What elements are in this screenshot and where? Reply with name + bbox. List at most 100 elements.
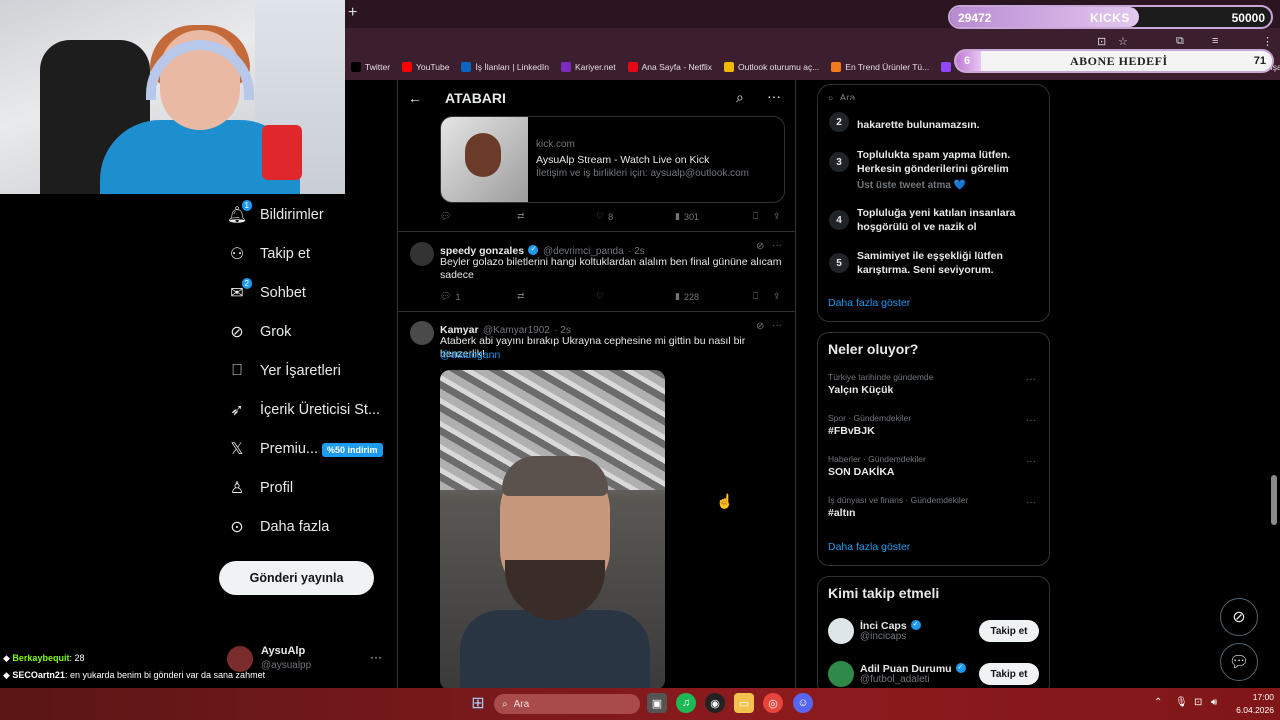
rule-number: 5	[829, 253, 849, 273]
bookmark-item[interactable]: Kariyer.net	[555, 62, 622, 72]
trend-name: #FBvBJK	[828, 425, 875, 437]
discord-icon[interactable]: ☺	[793, 693, 813, 713]
kicks-label: KICKS	[1090, 11, 1130, 25]
nav-item-more-circle[interactable]: ⊙ Daha fazla	[228, 518, 329, 536]
reply-icon[interactable]: 💬︎	[440, 211, 451, 222]
bookmark-item[interactable]: En Trend Ürünler Tü...	[825, 62, 935, 72]
notification-badge: 2	[241, 278, 252, 289]
sub-goal: 71	[1253, 55, 1266, 67]
more-icon[interactable]: ···	[1026, 497, 1036, 508]
webcam-overlay	[0, 0, 345, 194]
nav-item-grok[interactable]: ⊘ Grok	[228, 323, 291, 341]
bookmark-item[interactable]: Ana Sayfa - Netflix	[622, 62, 718, 72]
avatar[interactable]	[828, 618, 854, 644]
spotify-icon[interactable]: ♫	[676, 693, 696, 713]
who-to-follow-title: Kimi takip etmeli	[828, 585, 940, 601]
file-explorer-icon[interactable]: ▭	[734, 693, 754, 713]
link-card[interactable]: kick.com AysuAlp Stream - Watch Live on …	[440, 116, 785, 203]
bookmark-favicon-icon	[724, 62, 735, 72]
tweet-mention[interactable]: @atadogann	[440, 349, 500, 362]
avatar[interactable]	[410, 321, 434, 345]
bookmark-item[interactable]: YouTube	[396, 62, 455, 72]
trend-item[interactable]: İş dünyası ve finans · Gündemdekiler #alt…	[828, 495, 1038, 519]
trend-item[interactable]: Türkiye tarihinde gündemde Yalçın Küçük	[828, 372, 1038, 396]
avatar[interactable]	[410, 242, 434, 266]
chrome-icon[interactable]: ◎	[763, 693, 783, 713]
clock-time[interactable]: 17:00	[1244, 692, 1274, 702]
show-more-trends-link[interactable]: Daha fazla göster	[828, 541, 910, 553]
chevron-up-icon[interactable]: ⌃	[1154, 697, 1162, 708]
views-button[interactable]: ▮ 228	[675, 291, 699, 302]
views-button[interactable]: ▮ 301	[675, 211, 699, 222]
grok-icon[interactable]: ⊘	[756, 321, 764, 332]
bookmark-icon[interactable]: ⎕	[753, 291, 758, 302]
scrollbar[interactable]	[1271, 475, 1277, 525]
nav-item-bookmark[interactable]: ⎕ Yer İşaretleri	[228, 362, 341, 380]
star-icon[interactable]: ☆	[1118, 35, 1128, 48]
nav-item-person[interactable]: ♙ Profil	[228, 479, 293, 497]
nav-item-chat[interactable]: ✉ 2 Sohbet	[228, 278, 306, 302]
account-name[interactable]: AysuAlp	[261, 645, 305, 657]
more-icon[interactable]: ···	[772, 240, 782, 251]
volume-icon[interactable]: 🔊︎	[1211, 697, 1217, 708]
kebab-menu-icon[interactable]: ⋮	[1262, 35, 1273, 48]
bookmark-item[interactable]: İş İlanları | LinkedIn	[455, 62, 555, 72]
nav-item-person-add[interactable]: ⚇ Takip et	[228, 245, 310, 263]
kicks-goal-bar: 29472 KICKS 50000	[948, 5, 1273, 29]
retweet-icon[interactable]: ⇄	[517, 291, 525, 302]
show-more-rules-link[interactable]: Daha fazla göster	[828, 297, 910, 309]
like-button[interactable]: ♡ 8	[596, 211, 613, 222]
bookmark-item[interactable]: Twitter	[345, 62, 396, 72]
messages-icon[interactable]: 💬︎	[1220, 643, 1258, 681]
grok-icon[interactable]: ⊘	[1220, 598, 1258, 636]
bell-icon: 🔔︎ 1	[227, 200, 252, 224]
more-icon[interactable]: ···	[1026, 456, 1036, 467]
account-more-icon[interactable]: ···	[370, 650, 382, 664]
tweet-media-image[interactable]	[440, 370, 665, 690]
reply-button[interactable]: 💬︎ 1	[440, 291, 460, 302]
follow-button[interactable]: Takip et	[979, 620, 1039, 642]
obs-icon[interactable]: ◉	[705, 693, 725, 713]
person-add-icon: ⚇	[229, 246, 245, 263]
taskbar-search[interactable]: ⌕ Ara	[494, 694, 640, 714]
share-icon[interactable]: ⇪	[773, 211, 781, 222]
post-button[interactable]: Gönderi yayınla	[219, 561, 374, 595]
avatar[interactable]	[828, 661, 854, 687]
more-icon[interactable]: ···	[767, 88, 781, 104]
extensions-icon[interactable]: ⧉	[1176, 35, 1184, 48]
more-icon[interactable]: ···	[772, 320, 782, 331]
back-arrow-icon[interactable]: ←	[408, 90, 422, 106]
retweet-icon[interactable]: ⇄	[517, 211, 525, 222]
follow-button[interactable]: Takip et	[979, 663, 1039, 685]
trend-item[interactable]: Haberler · Gündemdekiler SON DAKİKA	[828, 454, 1038, 478]
link-card-description: İletişim ve iş birlikleri için: aysualp@…	[536, 168, 749, 179]
trend-item[interactable]: Spor · Gündemdekiler #FBvBJK	[828, 413, 1038, 437]
nav-item-label: Premiu...	[260, 441, 319, 457]
more-icon[interactable]: ···	[1026, 415, 1036, 426]
nav-item-bell[interactable]: 🔔︎ 1 Bildirimler	[227, 200, 324, 224]
heart-icon[interactable]: ♡	[596, 291, 604, 302]
bookmark-icon[interactable]: ⎕	[753, 211, 758, 222]
bookmark-label: Outlook oturumu aç...	[738, 62, 820, 72]
bookmark-label: YouTube	[416, 62, 450, 72]
trend-meta: Türkiye tarihinde gündemde	[828, 372, 934, 382]
reading-list-icon[interactable]: ≡	[1212, 35, 1218, 47]
more-icon[interactable]: ···	[1026, 374, 1036, 385]
install-icon[interactable]: ⊡	[1097, 35, 1106, 48]
taskbar	[0, 688, 1280, 720]
task-view-icon[interactable]: ▣	[647, 693, 667, 713]
search-icon: ⌕	[502, 698, 508, 710]
bookmark-item[interactable]: Outlook oturumu aç...	[718, 62, 825, 72]
share-icon[interactable]: ⇪	[773, 291, 781, 302]
clock-date[interactable]: 6.04.2026	[1224, 705, 1274, 715]
nav-item-rocket[interactable]: ➶ İçerik Üreticisi St...	[228, 401, 380, 419]
microphone-icon[interactable]: 🎙︎	[1175, 697, 1188, 708]
plus-icon[interactable]: +	[348, 4, 362, 22]
network-icon[interactable]: ⊡	[1194, 697, 1202, 708]
nav-item-x-logo[interactable]: 𝕏 Premiu...	[228, 440, 318, 458]
windows-start-icon[interactable]: ⊞	[468, 693, 488, 713]
search-icon[interactable]: ⌕	[736, 89, 744, 106]
grok-icon[interactable]: ⊘	[756, 241, 764, 252]
avatar[interactable]	[227, 646, 253, 672]
verified-icon: ✓	[910, 619, 921, 630]
